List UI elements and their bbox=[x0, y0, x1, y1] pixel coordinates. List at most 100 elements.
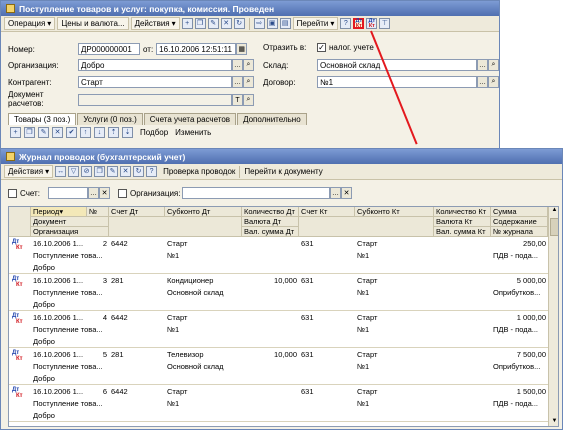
filter-icon[interactable]: ▽ bbox=[68, 166, 80, 177]
contractor-field[interactable]: Старт bbox=[78, 76, 232, 88]
selection-button[interactable]: Подбор bbox=[140, 128, 168, 137]
warehouse-open-button[interactable]: ⌕ bbox=[488, 59, 499, 71]
organization-checkbox[interactable] bbox=[118, 188, 127, 198]
scroll-up-arrow[interactable]: ▲ bbox=[549, 207, 558, 217]
col-cur-sum-kt[interactable]: Вал. сумма Кт bbox=[434, 227, 491, 237]
table-row[interactable]: Дт Кт 16.10.2006 1... 4 Поступление това... Д… bbox=[9, 311, 548, 348]
tab-additional[interactable]: Дополнительно bbox=[237, 113, 307, 125]
edit-row-icon[interactable]: ✎ bbox=[38, 127, 49, 138]
organization-field[interactable]: Добро bbox=[78, 59, 232, 71]
sort-desc-icon[interactable]: ⇣ bbox=[122, 127, 133, 138]
posting-icon: Дт Кт bbox=[12, 239, 23, 251]
unpost-icon[interactable]: ▤ bbox=[279, 18, 291, 29]
dt-n-kt-icon[interactable]: Дт Кт bbox=[366, 18, 378, 29]
cell-content: Оприбутков... bbox=[493, 362, 541, 371]
tab-goods[interactable]: Товары (3 поз.) bbox=[8, 113, 77, 125]
journal-actions-menu[interactable]: Действия ▾ bbox=[4, 165, 54, 178]
vertical-scrollbar[interactable]: ▲ ▼ bbox=[548, 207, 558, 426]
contract-field[interactable]: №1 bbox=[317, 76, 477, 88]
contractor-open-button[interactable]: ⌕ bbox=[243, 76, 254, 88]
col-subconto-kt[interactable]: Субконто Кт bbox=[355, 207, 434, 217]
operation-menu[interactable]: Операция ▾ bbox=[4, 17, 56, 30]
tab-accounts[interactable]: Счета учета расчетов bbox=[143, 113, 237, 125]
col-subconto-dt[interactable]: Субконто Дт bbox=[165, 207, 242, 217]
post-icon[interactable]: ▣ bbox=[266, 18, 278, 29]
col-qty-dt[interactable]: Количество Дт bbox=[242, 207, 299, 217]
col-currency-dt[interactable]: Валюта Дт bbox=[242, 217, 299, 227]
move-icon[interactable]: ⇨ bbox=[253, 18, 265, 29]
add-row-icon[interactable]: + bbox=[10, 127, 21, 138]
end-edit-icon[interactable]: ✔ bbox=[66, 127, 77, 138]
delete-icon[interactable]: ✕ bbox=[220, 18, 232, 29]
refresh-icon[interactable]: ↻ bbox=[233, 18, 245, 29]
organization-select-button[interactable]: … bbox=[232, 59, 243, 71]
actions-menu[interactable]: Действия ▾ bbox=[130, 17, 180, 30]
col-currency-kt[interactable]: Валюта Кт bbox=[434, 217, 491, 227]
organization-filter-select-button[interactable]: … bbox=[330, 187, 341, 199]
col-cur-sum-dt[interactable]: Вал. сумма Дт bbox=[242, 227, 299, 237]
scroll-thumb[interactable] bbox=[550, 218, 558, 236]
scroll-down-arrow[interactable]: ▼ bbox=[549, 418, 558, 426]
account-select-button[interactable]: … bbox=[88, 187, 99, 199]
help-icon[interactable]: ? bbox=[340, 18, 352, 29]
interval-icon[interactable]: ↔ bbox=[55, 166, 67, 177]
move-up-icon[interactable]: ↑ bbox=[80, 127, 91, 138]
move-down-icon[interactable]: ↓ bbox=[94, 127, 105, 138]
add-icon[interactable]: + bbox=[181, 18, 193, 29]
table-row[interactable]: Дт Кт 16.10.2006 1... 6 Поступление това... Д… bbox=[9, 385, 548, 422]
organization-filter-clear-button[interactable]: ✕ bbox=[341, 187, 352, 199]
col-content[interactable]: Содержание bbox=[491, 217, 548, 227]
date-field[interactable]: 16.10.2006 12:51:11 bbox=[156, 43, 237, 55]
document-tabs: Товары (3 поз.) Услуги (0 поз.) Счета уч… bbox=[8, 113, 307, 125]
tree-icon[interactable]: ⊤ bbox=[379, 18, 391, 29]
settlement-field[interactable] bbox=[78, 94, 232, 106]
reflect-label: Отразить в: bbox=[263, 43, 307, 52]
filter-off-icon[interactable]: ⊘ bbox=[81, 166, 93, 177]
col-acc-dt[interactable]: Счет Дт bbox=[109, 207, 165, 217]
dt-kt-postings-icon[interactable]: Дт Кт bbox=[353, 18, 365, 29]
col-organization[interactable]: Организация bbox=[31, 227, 109, 237]
settlement-clear-button[interactable]: T bbox=[232, 94, 243, 106]
warehouse-field[interactable]: Основной склад bbox=[317, 59, 477, 71]
col-qty-kt[interactable]: Количество Кт bbox=[434, 207, 491, 217]
edit-icon[interactable]: ✎ bbox=[207, 18, 219, 29]
refresh-entry-icon[interactable]: ↻ bbox=[133, 166, 145, 177]
col-document[interactable]: Документ bbox=[31, 217, 109, 227]
col-journal-no[interactable]: № журнала bbox=[491, 227, 548, 237]
warehouse-select-button[interactable]: … bbox=[477, 59, 488, 71]
delete-entry-icon[interactable]: ✕ bbox=[120, 166, 132, 177]
tax-checkbox[interactable]: ✓ bbox=[317, 43, 326, 52]
contractor-select-button[interactable]: … bbox=[232, 76, 243, 88]
contract-open-button[interactable]: ⌕ bbox=[488, 76, 499, 88]
goto-menu[interactable]: Перейти ▾ bbox=[292, 17, 339, 30]
settlement-row: T ⌕ bbox=[78, 94, 254, 106]
copy-entry-icon[interactable]: ❐ bbox=[94, 166, 106, 177]
change-button[interactable]: Изменить bbox=[175, 128, 211, 137]
table-row[interactable]: Дт Кт 16.10.2006 1... 2 Поступление това... Д… bbox=[9, 237, 548, 274]
account-clear-button[interactable]: ✕ bbox=[99, 187, 110, 199]
col-acc-kt[interactable]: Счет Кт bbox=[299, 207, 355, 217]
copy-icon[interactable]: ❐ bbox=[194, 18, 206, 29]
col-sum[interactable]: Сумма bbox=[491, 207, 548, 217]
prices-button[interactable]: Цены и валюта... bbox=[57, 17, 129, 30]
contract-select-button[interactable]: … bbox=[477, 76, 488, 88]
check-postings-button[interactable]: Проверка проводок bbox=[163, 167, 235, 176]
account-checkbox[interactable] bbox=[8, 188, 17, 198]
calendar-button[interactable]: ▦ bbox=[236, 43, 248, 55]
col-period[interactable]: Период ▾ bbox=[31, 207, 87, 217]
table-row[interactable]: Дт Кт 16.10.2006 1... 3 Поступление това... Д… bbox=[9, 274, 548, 311]
delete-row-icon[interactable]: ✕ bbox=[52, 127, 63, 138]
goto-document-button[interactable]: Перейти к документу bbox=[244, 167, 322, 176]
organization-filter-field[interactable] bbox=[182, 187, 330, 199]
edit-entry-icon[interactable]: ✎ bbox=[107, 166, 119, 177]
organization-open-button[interactable]: ⌕ bbox=[243, 59, 254, 71]
copy-row-icon[interactable]: ❐ bbox=[24, 127, 35, 138]
col-num[interactable]: № bbox=[87, 207, 109, 217]
account-filter-field[interactable] bbox=[48, 187, 88, 199]
table-row[interactable]: Дт Кт 16.10.2006 1... 5 Поступление това... Д… bbox=[9, 348, 548, 385]
sort-asc-icon[interactable]: ⇡ bbox=[108, 127, 119, 138]
settlement-open-button[interactable]: ⌕ bbox=[243, 94, 254, 106]
journal-help-icon[interactable]: ? bbox=[146, 166, 158, 177]
tab-services[interactable]: Услуги (0 поз.) bbox=[77, 113, 143, 125]
number-field[interactable]: ДР000000001 bbox=[78, 43, 140, 55]
